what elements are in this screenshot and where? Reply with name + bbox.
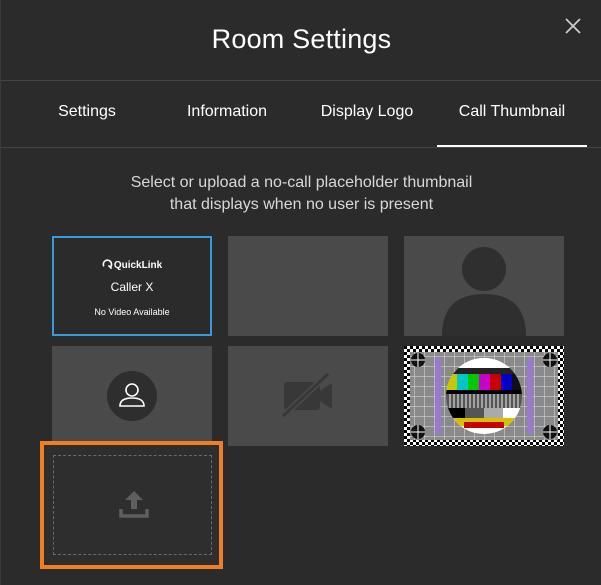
upload-thumbnail-button[interactable] <box>53 455 212 555</box>
thumbnail-blank[interactable] <box>228 236 388 336</box>
description-text: Select or upload a no-call placeholder t… <box>1 172 601 216</box>
quicklink-logo-icon <box>102 259 113 270</box>
tab-call-thumbnail[interactable]: Call Thumbnail <box>437 81 587 147</box>
user-circle-icon <box>107 371 157 421</box>
no-video-label: No Video Available <box>94 307 170 317</box>
quicklink-logo: QuickLink <box>54 259 210 271</box>
quicklink-logo-text: QuickLink <box>113 260 163 271</box>
tab-display-logo[interactable]: Display Logo <box>309 81 425 145</box>
description-line-1: Select or upload a no-call placeholder t… <box>130 174 473 191</box>
description-line-2: that displays when no user is present <box>169 196 434 213</box>
caller-name: Caller X <box>110 280 154 294</box>
dialog-title: Room Settings <box>211 24 392 54</box>
test-card-icon <box>404 346 564 446</box>
thumbnail-test-card[interactable] <box>404 346 564 446</box>
tab-bar: Settings Information Display Logo Call T… <box>1 81 601 147</box>
thumbnail-user-circle[interactable] <box>52 346 212 446</box>
upload-thumbnail-highlight <box>40 441 223 569</box>
thumbnail-quicklink[interactable]: QuickLink Caller X No Video Available <box>52 236 212 336</box>
person-silhouette-icon <box>442 247 526 336</box>
thumbnail-video-off[interactable] <box>228 346 388 446</box>
close-button[interactable] <box>561 14 585 38</box>
close-icon <box>565 18 581 34</box>
video-off-icon <box>280 371 332 419</box>
upload-icon <box>119 491 149 518</box>
room-settings-dialog: Room Settings Settings Information Displ… <box>0 0 601 585</box>
tabs-divider <box>1 147 601 148</box>
tab-settings[interactable]: Settings <box>37 81 137 145</box>
tab-information[interactable]: Information <box>171 81 283 145</box>
thumbnail-person-silhouette[interactable] <box>404 236 564 336</box>
